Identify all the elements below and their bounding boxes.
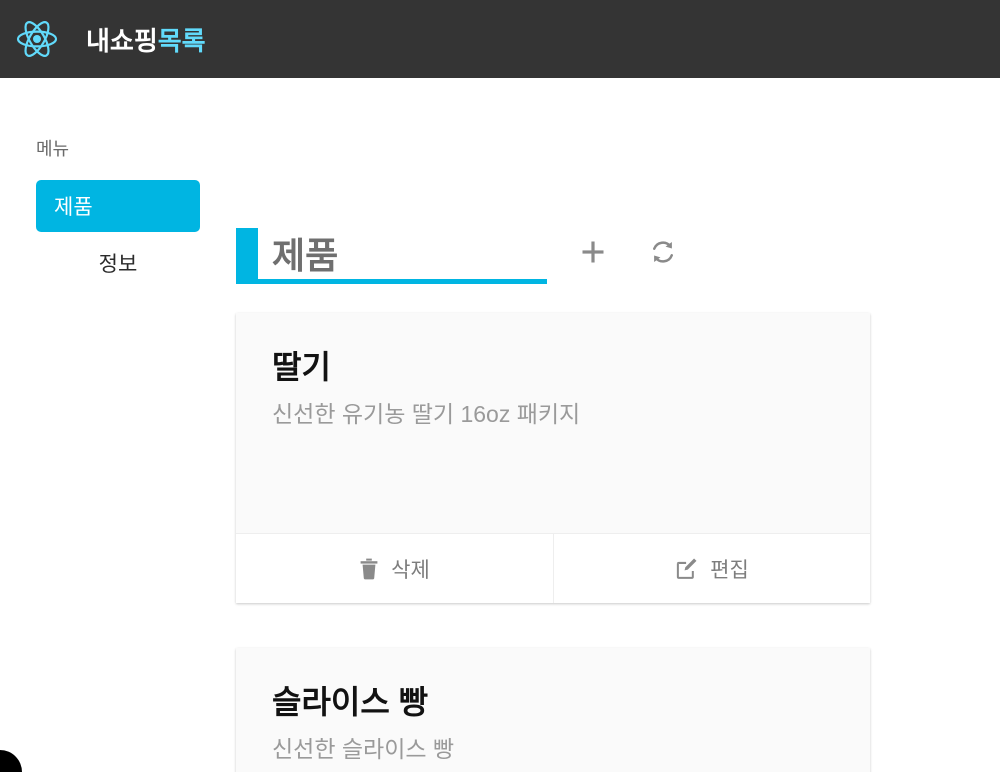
delete-button-label: 삭제 — [391, 558, 430, 582]
product-description: 신선한 슬라이스 빵 — [272, 735, 455, 762]
product-title: 슬라이스 빵 — [272, 684, 429, 720]
page-container: 메뉴 제품 정보 제품 딸기 신선한 유기농 딸기 16oz 패키지 삭제 편집… — [0, 78, 1000, 772]
page-title-underline — [258, 279, 547, 284]
page-title-wrap: 제품 — [258, 228, 547, 284]
trash-icon — [359, 558, 379, 580]
page-header-actions — [547, 228, 687, 284]
product-description: 신선한 유기농 딸기 16oz 패키지 — [272, 400, 581, 427]
sidebar-item-info[interactable]: 정보 — [36, 237, 200, 289]
product-card: 딸기 신선한 유기농 딸기 16oz 패키지 삭제 편집 — [236, 313, 870, 603]
sidebar-item-products[interactable]: 제품 — [36, 180, 200, 232]
sidebar-item-info-label: 정보 — [98, 253, 138, 276]
app-title-accent: 목록 — [157, 25, 206, 56]
product-card-actions: 삭제 편집 — [236, 533, 870, 603]
top-navbar: 내쇼핑목록 — [0, 0, 1000, 78]
app-title-primary: 내쇼핑 — [86, 25, 158, 56]
delete-button[interactable]: 삭제 — [236, 534, 553, 603]
add-product-button[interactable] — [569, 233, 617, 273]
refresh-button[interactable] — [639, 233, 687, 273]
sidebar: 메뉴 제품 정보 — [0, 78, 236, 294]
product-card-body: 슬라이스 빵 신선한 슬라이스 빵 — [236, 648, 870, 772]
product-card: 슬라이스 빵 신선한 슬라이스 빵 삭제 — [236, 648, 870, 772]
sidebar-nav-list: 제품 정보 — [36, 180, 236, 289]
product-card-list: 딸기 신선한 유기농 딸기 16oz 패키지 삭제 편집 슬라이스 빵 신선한 … — [236, 313, 870, 772]
product-card-body: 딸기 신선한 유기농 딸기 16oz 패키지 — [236, 313, 870, 533]
edit-pencil-icon — [675, 557, 698, 580]
plus-icon — [580, 239, 606, 268]
edit-button-label: 편집 — [710, 558, 749, 582]
app-title[interactable]: 내쇼핑목록 — [86, 21, 206, 58]
product-title: 딸기 — [272, 349, 331, 385]
refresh-icon — [649, 238, 677, 269]
main-content: 제품 딸기 신선한 유기농 딸기 16oz 패키지 삭제 편집 슬라이스 빵 신… — [236, 78, 1000, 772]
page-header-accent-bar — [236, 228, 258, 284]
sidebar-heading: 메뉴 — [36, 139, 70, 159]
page-title: 제품 — [272, 235, 339, 276]
sidebar-item-products-label: 제품 — [54, 196, 93, 219]
page-header: 제품 — [236, 228, 1000, 284]
react-logo-icon — [14, 16, 60, 62]
edit-button[interactable]: 편집 — [553, 534, 870, 603]
